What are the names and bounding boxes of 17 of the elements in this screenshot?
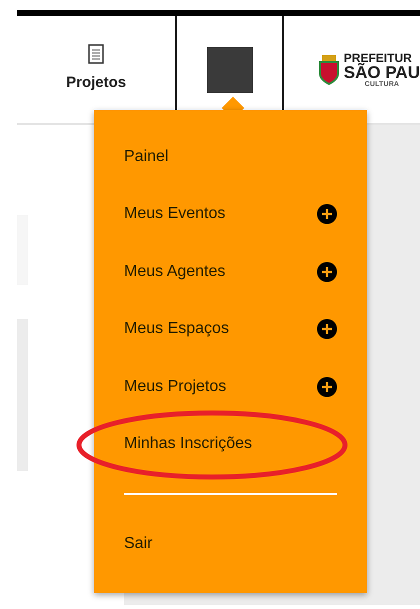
logo-text: PREFEITUR <box>344 52 413 64</box>
nav-link[interactable]: Projetos <box>66 72 126 95</box>
menu-item[interactable]: Minhas Inscrições <box>124 432 252 456</box>
logo-text: SÃO PAU <box>344 64 420 80</box>
add-icon[interactable] <box>317 376 337 397</box>
add-icon[interactable] <box>317 204 337 224</box>
avatar-photo-placeholder[interactable] <box>206 46 253 92</box>
menu-item[interactable]: Meus Projetos <box>124 374 226 399</box>
menu-item[interactable]: Painel <box>124 144 168 169</box>
menu-item[interactable]: Sair <box>124 532 152 556</box>
document-icon <box>88 44 104 64</box>
menu-item[interactable]: Meus Agentes <box>124 260 226 284</box>
add-icon[interactable] <box>317 262 337 282</box>
crest-icon <box>318 54 340 84</box>
menu-item[interactable]: Meus Espaços <box>124 317 229 342</box>
add-icon[interactable] <box>317 319 337 340</box>
menu-item[interactable]: Meus Eventos <box>124 202 226 226</box>
